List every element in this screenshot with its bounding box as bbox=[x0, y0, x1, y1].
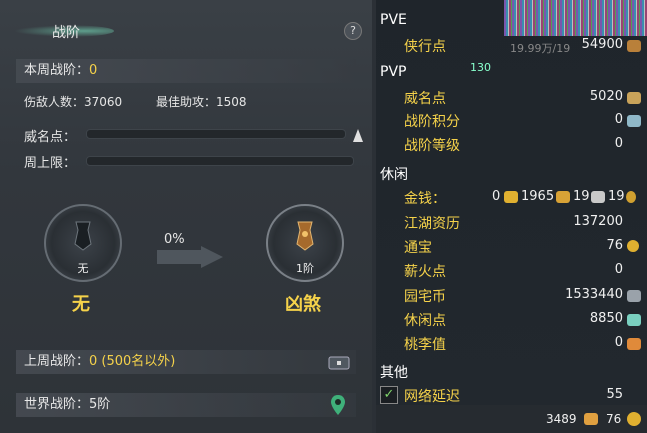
current-rank-level: 无 bbox=[77, 262, 89, 275]
last-week-label: 上周战阶： bbox=[24, 354, 90, 369]
pvp-item-label: 战阶等级 bbox=[404, 138, 460, 154]
leisure-item-value: 137200 bbox=[573, 214, 623, 229]
world-rank-value: 5阶 bbox=[89, 397, 111, 412]
money-label: 金钱： bbox=[404, 191, 446, 207]
fame-icon bbox=[627, 92, 641, 104]
silver-icon bbox=[591, 191, 605, 203]
pve-title: PVE bbox=[380, 12, 407, 28]
next-rank-emblem[interactable]: 1阶 bbox=[266, 204, 344, 282]
leisure-title: 休闲 bbox=[380, 167, 408, 183]
cap-label: 周上限： bbox=[24, 156, 77, 171]
pvp-item-label: 威名点 bbox=[404, 91, 446, 107]
coin-icon bbox=[627, 412, 641, 426]
panel-title: 战阶 bbox=[52, 25, 80, 41]
arrow-icon bbox=[157, 246, 223, 268]
leisure-item-label: 园宅币 bbox=[404, 289, 446, 305]
kills-value: 37060 bbox=[84, 95, 123, 109]
current-rank-emblem[interactable]: 无 bbox=[44, 204, 122, 282]
panel-header: 战阶 ? bbox=[0, 0, 372, 42]
leisure-item-value: 0 bbox=[614, 335, 623, 350]
peach-icon bbox=[627, 338, 641, 350]
currency-panel: 19.99万/19 130 PVE 侠行点 54900 PVP 威名点 5020… bbox=[376, 0, 647, 433]
pvp-title: PVP bbox=[380, 64, 407, 80]
rank-panel: 战阶 ? 本周战阶：0 伤敌人数：37060 最佳助攻：1508 威名点： 周上… bbox=[0, 0, 372, 433]
leisure-item-label: 通宝 bbox=[404, 240, 432, 256]
pvp-item-value: 0 bbox=[614, 112, 623, 127]
cap-progress-bar bbox=[86, 156, 354, 166]
assist-stat: 最佳助攻：1508 bbox=[156, 93, 247, 110]
gold-ingot-icon bbox=[504, 191, 518, 203]
trophy-icon bbox=[296, 221, 314, 251]
help-icon[interactable]: ? bbox=[344, 22, 362, 40]
pve-item-label: 侠行点 bbox=[404, 39, 446, 55]
copper-coin-icon bbox=[626, 191, 636, 203]
latency-label: 网络延迟 bbox=[404, 389, 460, 405]
crystal-icon bbox=[627, 115, 641, 127]
tongbao-coin-icon bbox=[627, 240, 639, 252]
flag-icon bbox=[74, 221, 92, 251]
money-value: 19 bbox=[608, 189, 625, 204]
kills-label: 伤敌人数： bbox=[24, 95, 85, 109]
next-rank-level: 1阶 bbox=[296, 262, 314, 275]
leisure-item-value: 8850 bbox=[589, 311, 623, 326]
last-week-value: 0 (500名以外) bbox=[89, 354, 176, 369]
other-title: 其他 bbox=[380, 365, 408, 381]
assist-label: 最佳助攻： bbox=[156, 95, 217, 109]
coins-value: 76 bbox=[606, 412, 622, 426]
house-icon bbox=[627, 290, 641, 302]
leisure-item-value: 76 bbox=[606, 238, 623, 253]
location-pin-icon[interactable] bbox=[330, 394, 346, 416]
week-rank-label: 本周战阶： bbox=[24, 63, 90, 78]
leisure-item-label: 薪火点 bbox=[404, 264, 446, 280]
points-value: 3489 bbox=[546, 412, 577, 426]
top-overlay bbox=[504, 0, 647, 36]
marker-icon bbox=[353, 129, 363, 142]
next-rank-name: 凶煞 bbox=[285, 294, 321, 315]
leisure-item-value: 0 bbox=[614, 262, 623, 277]
top-hint: 19.99万/19 bbox=[510, 42, 571, 55]
fame-label: 威名点： bbox=[24, 130, 77, 145]
pvp-item-value: 5020 bbox=[589, 89, 623, 104]
kills-stat: 伤敌人数：37060 bbox=[24, 93, 122, 110]
pvp-item-value: 0 bbox=[614, 136, 623, 151]
last-week-row: 上周战阶：0 (500名以外) bbox=[16, 350, 356, 374]
top-level: 130 bbox=[470, 61, 491, 74]
assist-value: 1508 bbox=[216, 95, 247, 109]
week-rank-row: 本周战阶：0 bbox=[16, 59, 356, 83]
pve-item-value: 54900 bbox=[581, 37, 623, 52]
leaf-icon bbox=[627, 314, 641, 326]
points-icon bbox=[584, 413, 598, 425]
leisure-item-value: 1533440 bbox=[565, 287, 623, 302]
leisure-item-label: 江湖资历 bbox=[404, 216, 460, 232]
world-rank-row: 世界战阶：5阶 bbox=[16, 393, 356, 417]
leisure-item-label: 休闲点 bbox=[404, 313, 446, 329]
chest-icon[interactable] bbox=[328, 354, 350, 370]
current-rank-name: 无 bbox=[72, 294, 90, 315]
bottom-bar: 3489 76 bbox=[376, 405, 647, 433]
week-rank-value: 0 bbox=[89, 63, 98, 78]
latency-checkbox[interactable]: ✓ bbox=[380, 386, 398, 404]
world-rank-label: 世界战阶： bbox=[24, 397, 90, 412]
latency-value: 55 bbox=[606, 387, 623, 402]
money-value: 1965 bbox=[521, 189, 555, 204]
silver-ingot-icon bbox=[556, 191, 570, 203]
sword-icon bbox=[627, 40, 641, 52]
progress-percent: 0% bbox=[164, 232, 185, 247]
fame-progress-bar bbox=[86, 129, 346, 139]
money-value: 0 bbox=[492, 189, 501, 204]
money-value: 19 bbox=[573, 189, 590, 204]
pvp-item-label: 战阶积分 bbox=[404, 114, 460, 130]
leisure-item-label: 桃李值 bbox=[404, 337, 446, 353]
